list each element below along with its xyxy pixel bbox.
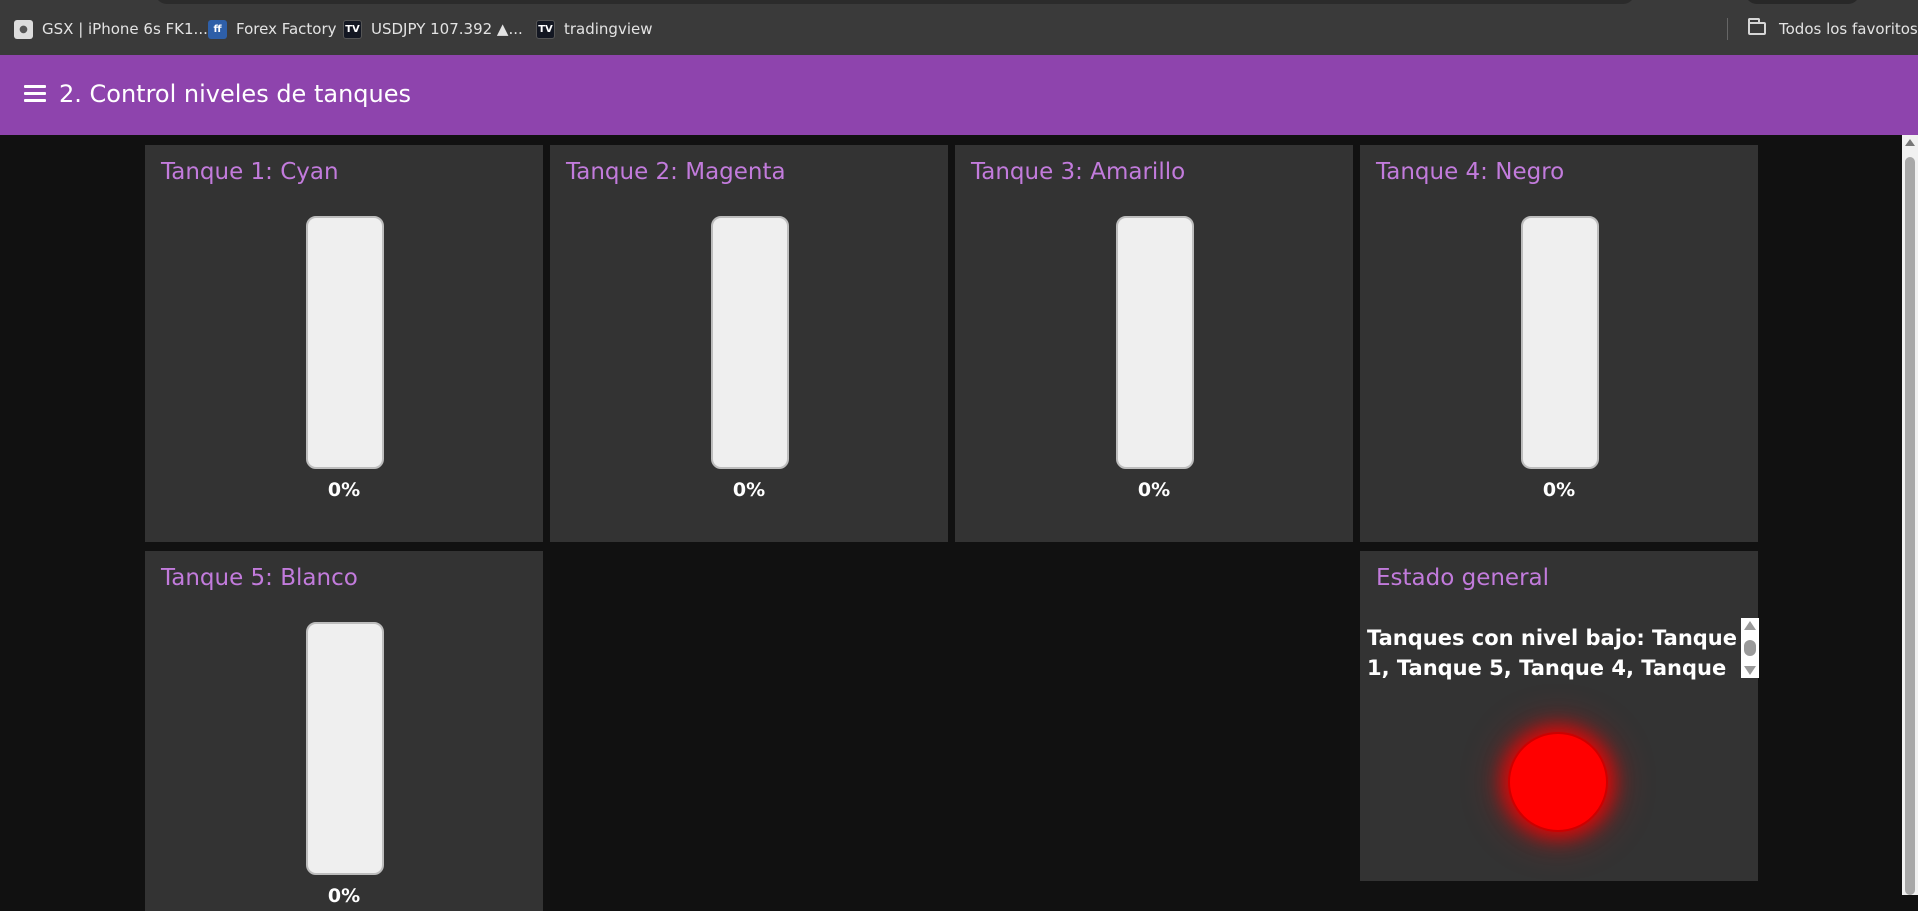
tradingview-icon: TV: [536, 19, 555, 39]
bookmark-forex-factory[interactable]: ff Forex Factory: [208, 19, 337, 39]
bookmark-label: GSX | iPhone 6s FK1...: [42, 20, 208, 38]
tank-level-label: 0%: [732, 479, 766, 501]
scroll-down-icon[interactable]: [1744, 666, 1756, 675]
tank-card-3: Tanque 3: Amarillo 0%: [955, 145, 1353, 542]
tank-gauge: [1521, 216, 1599, 469]
tank-gauge: [1116, 216, 1194, 469]
scroll-thumb[interactable]: [1905, 157, 1915, 895]
status-message: Tanques con nivel bajo: Tanque 1, Tanque…: [1367, 626, 1738, 680]
tank-gauge: [711, 216, 789, 469]
tank-title: Tanque 5: Blanco: [161, 565, 358, 591]
bookmark-label: USDJPY 107.392 ▲...: [371, 20, 523, 38]
tank-card-5: Tanque 5: Blanco 0%: [145, 551, 543, 911]
bookmarks-bar: ● GSX | iPhone 6s FK1... ff Forex Factor…: [0, 0, 1918, 55]
status-card: Estado general Tanques con nivel bajo: T…: [1360, 551, 1759, 881]
bookmarks-divider: [1727, 18, 1728, 40]
address-bar[interactable]: [155, 0, 1635, 4]
folder-icon: [1748, 18, 1766, 35]
bookmark-usdjpy[interactable]: TV USDJPY 107.392 ▲...: [343, 19, 523, 39]
tank-title: Tanque 4: Negro: [1376, 159, 1565, 185]
scroll-up-icon[interactable]: [1744, 621, 1756, 630]
apple-icon: ●: [14, 19, 33, 39]
all-bookmarks-label: Todos los favoritos: [1779, 20, 1918, 38]
bookmark-label: Forex Factory: [236, 20, 337, 38]
tank-title: Tanque 1: Cyan: [161, 159, 339, 185]
page-scrollbar[interactable]: [1902, 135, 1918, 895]
status-indicator-light: [1508, 732, 1608, 832]
tank-level-label: 0%: [327, 885, 361, 907]
status-scrollbar[interactable]: [1741, 618, 1759, 678]
tank-level-label: 0%: [327, 479, 361, 501]
tank-gauge: [306, 216, 384, 469]
tank-level-label: 0%: [1137, 479, 1171, 501]
tank-title: Tanque 3: Amarillo: [971, 159, 1186, 185]
menu-icon[interactable]: [24, 85, 46, 102]
tank-card-2: Tanque 2: Magenta 0%: [550, 145, 948, 542]
tank-gauge: [306, 622, 384, 875]
status-title: Estado general: [1376, 565, 1550, 591]
bookmark-label: tradingview: [564, 20, 653, 38]
tank-card-1: Tanque 1: Cyan 0%: [145, 145, 543, 542]
scroll-up-icon[interactable]: [1905, 139, 1915, 146]
forex-factory-icon: ff: [208, 19, 227, 39]
tank-title: Tanque 2: Magenta: [566, 159, 786, 185]
tank-level-label: 0%: [1542, 479, 1576, 501]
tradingview-icon: TV: [343, 19, 362, 39]
toolbar-button[interactable]: [1745, 0, 1860, 4]
bookmark-gsx[interactable]: ● GSX | iPhone 6s FK1...: [14, 19, 208, 39]
scroll-thumb[interactable]: [1744, 640, 1756, 656]
all-bookmarks-button[interactable]: Todos los favoritos: [1779, 19, 1918, 39]
app-toolbar: 2. Control niveles de tanques: [0, 55, 1918, 135]
bookmark-tradingview[interactable]: TV tradingview: [536, 19, 653, 39]
page-title: 2. Control niveles de tanques: [59, 80, 411, 108]
tank-card-4: Tanque 4: Negro 0%: [1360, 145, 1758, 542]
